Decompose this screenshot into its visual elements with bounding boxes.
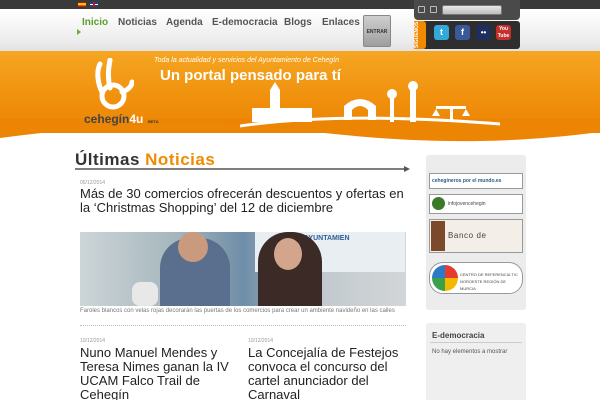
news-headline[interactable]: La Concejalía de Festejos convoca el con… — [248, 346, 413, 400]
news-date: 10/12/2014 — [248, 338, 274, 344]
lead-news-caption: Faroles blancos con velas rojas decorará… — [80, 308, 395, 314]
news-headline[interactable]: Nuno Manuel Mendes y Teresa Nimes ganan … — [80, 346, 240, 400]
banner-cehegineros[interactable]: cehegineros por el mundo.es — [429, 173, 523, 189]
lead-news-photo[interactable]: AYUNTAMIEN — [80, 232, 406, 306]
news-divider — [80, 325, 406, 326]
social-tab-label: SIGUENOS — [414, 21, 426, 49]
infojoven-logo-icon — [432, 197, 445, 210]
youtube-icon[interactable]: You Tube — [496, 25, 511, 40]
home-icon[interactable] — [418, 6, 425, 13]
search-input[interactable] — [442, 5, 502, 15]
nav-inicio[interactable]: Inicio — [82, 17, 108, 28]
logo-beta-badge: BETA — [148, 119, 159, 124]
edemocracia-heading: E-democracia — [432, 331, 485, 340]
contact-icon[interactable] — [430, 6, 437, 13]
flag-spanish-icon[interactable] — [78, 2, 86, 7]
lead-news-headline[interactable]: Más de 30 comercios ofrecerán descuentos… — [80, 187, 410, 215]
enter-button[interactable]: ENTRAR — [363, 15, 391, 47]
facebook-icon[interactable]: f — [455, 25, 470, 40]
twitter-icon[interactable]: t — [434, 25, 449, 40]
photo-microphones — [132, 282, 158, 306]
banner-tagline: Toda la actualidad y servicios del Ayunt… — [154, 57, 340, 64]
nav-edemocracia[interactable]: E-democracia — [212, 17, 278, 28]
logo-wordmark[interactable]: cehegín4u — [84, 112, 143, 126]
active-arrow-icon — [77, 29, 81, 35]
logo-hand-icon[interactable] — [92, 58, 134, 112]
nav-enlaces[interactable]: Enlaces — [322, 17, 360, 28]
photo-face-left — [178, 232, 208, 262]
edemocracia-empty-text: No hay elementos a mostrar — [432, 349, 508, 355]
nav-blogs[interactable]: Blogs — [284, 17, 312, 28]
town-skyline-illustration — [240, 81, 500, 128]
nav-agenda[interactable]: Agenda — [166, 17, 203, 28]
photo-face-right — [274, 238, 302, 270]
news-date: 10/12/2014 — [80, 338, 106, 344]
edemocracia-divider — [430, 342, 522, 343]
memoria-logo-icon — [431, 221, 445, 251]
flag-english-icon[interactable] — [90, 2, 98, 7]
flickr-icon[interactable]: •• — [476, 25, 491, 40]
nav-noticias[interactable]: Noticias — [118, 17, 157, 28]
centro-tic-logo-icon — [432, 265, 458, 291]
title-underline — [75, 166, 410, 172]
